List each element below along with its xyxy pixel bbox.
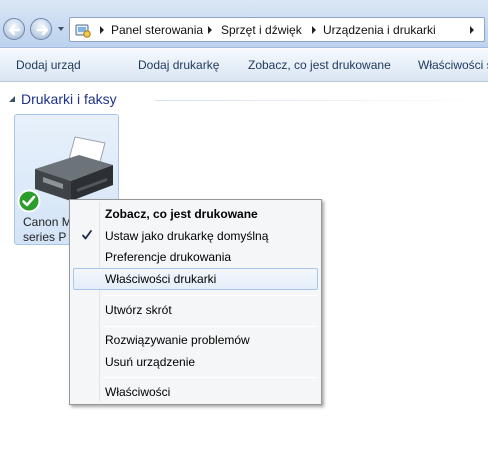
group-title: Drukarki i faksy bbox=[21, 91, 117, 107]
menu-item-printer-properties[interactable]: Właściwości drukarki bbox=[73, 268, 318, 290]
forward-button[interactable] bbox=[30, 18, 52, 40]
breadcrumb-item-devices[interactable]: Urządzenia i drukarki bbox=[323, 23, 436, 37]
address-bar: Panel sterowania Sprzęt i dźwięk Urządze… bbox=[0, 0, 488, 48]
menu-item-label: Usuń urządzenie bbox=[105, 355, 196, 369]
menu-item-create-shortcut[interactable]: Utwórz skrót bbox=[73, 299, 318, 321]
properties-button[interactable]: Właściwości s bbox=[418, 58, 488, 72]
menu-item-label: Rozwiązywanie problemów bbox=[105, 333, 250, 347]
chevron-right-icon[interactable] bbox=[468, 25, 476, 35]
add-device-button[interactable]: Dodaj urząd bbox=[16, 58, 81, 72]
menu-item-label: Utwórz skrót bbox=[105, 303, 172, 317]
menu-separator bbox=[103, 295, 317, 296]
command-bar: Dodaj urząd Dodaj drukarkę Zobacz, co je… bbox=[0, 49, 488, 82]
see-whats-printing-button[interactable]: Zobacz, co jest drukowane bbox=[248, 58, 391, 72]
arrow-right-icon bbox=[36, 24, 49, 36]
menu-item-label: Ustaw jako drukarkę domyślną bbox=[105, 229, 269, 243]
group-divider bbox=[155, 100, 488, 101]
menu-item-label: Właściwości drukarki bbox=[105, 272, 217, 286]
menu-separator bbox=[103, 326, 317, 327]
menu-item-remove-device[interactable]: Usuń urządzenie bbox=[73, 351, 318, 373]
menu-item-label: Preferencje drukowania bbox=[105, 250, 232, 264]
menu-item-see-whats-printing[interactable]: Zobacz, co jest drukowane bbox=[73, 203, 318, 225]
menu-item-label: Zobacz, co jest drukowane bbox=[105, 207, 258, 221]
checkmark-icon bbox=[82, 230, 92, 240]
menu-item-properties[interactable]: Właściwości bbox=[73, 381, 318, 403]
recent-pages-dropdown[interactable] bbox=[56, 24, 66, 34]
breadcrumb[interactable]: Panel sterowania Sprzęt i dźwięk Urządze… bbox=[69, 17, 485, 42]
breadcrumb-item-panel[interactable]: Panel sterowania bbox=[111, 23, 203, 37]
chevron-right-icon[interactable] bbox=[98, 25, 106, 35]
menu-item-troubleshoot[interactable]: Rozwiązywanie problemów bbox=[73, 329, 318, 351]
breadcrumb-item-hardware[interactable]: Sprzęt i dźwięk bbox=[221, 23, 302, 37]
default-printer-check-icon bbox=[17, 189, 41, 213]
arrow-left-icon bbox=[8, 24, 21, 36]
control-panel-icon bbox=[75, 24, 91, 38]
collapse-group-icon[interactable] bbox=[8, 95, 16, 103]
menu-item-set-default[interactable]: Ustaw jako drukarkę domyślną bbox=[73, 225, 318, 247]
chevron-right-icon[interactable] bbox=[310, 25, 318, 35]
menu-separator bbox=[103, 377, 317, 378]
back-button[interactable] bbox=[3, 18, 25, 40]
add-printer-button[interactable]: Dodaj drukarkę bbox=[138, 58, 219, 72]
context-menu: Zobacz, co jest drukowane Ustaw jako dru… bbox=[69, 199, 322, 405]
menu-item-label: Właściwości bbox=[105, 385, 171, 399]
menu-item-printing-preferences[interactable]: Preferencje drukowania bbox=[73, 246, 318, 268]
chevron-right-icon[interactable] bbox=[206, 25, 214, 35]
